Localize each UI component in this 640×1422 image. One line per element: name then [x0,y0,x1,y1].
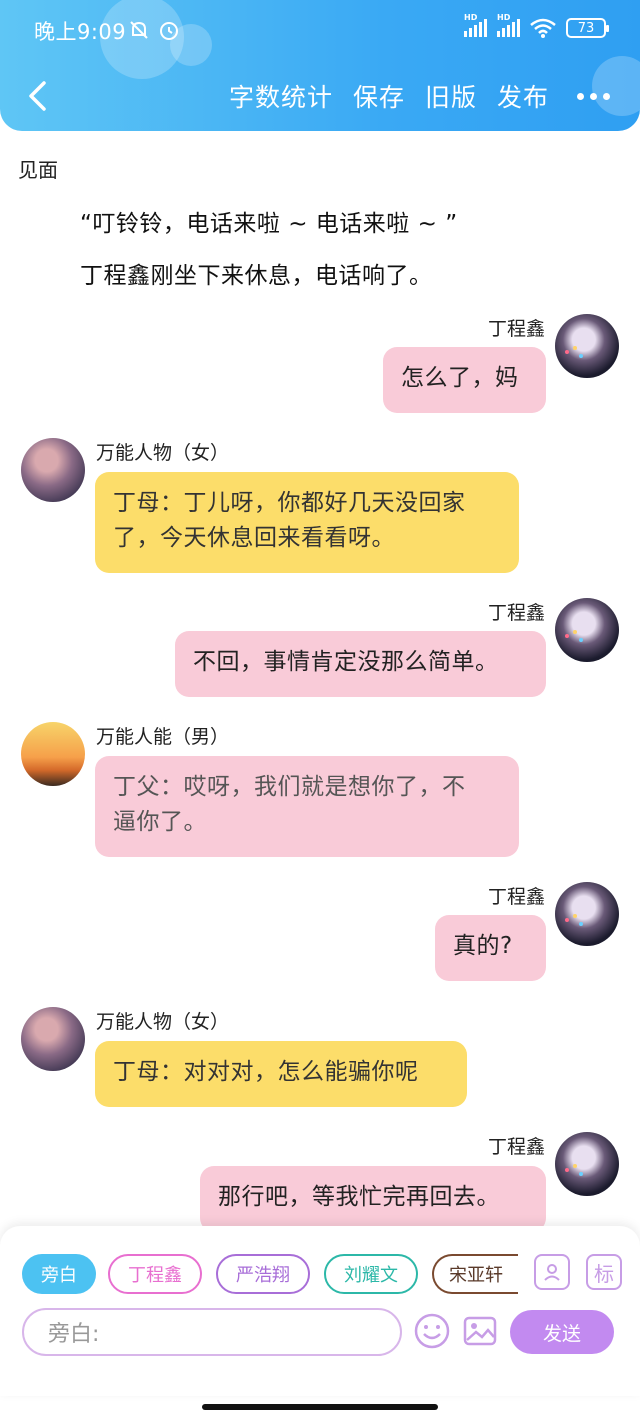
narration-line[interactable]: 丁程鑫刚坐下来休息，电话响了。 [80,256,433,290]
avatar[interactable] [555,598,619,662]
message-bubble[interactable]: 真的? [435,915,546,981]
save-button[interactable]: 保存 [353,78,405,114]
role-chip-yan-haoxiang[interactable]: 严浩翔 [216,1254,310,1294]
message-input[interactable]: 旁白: [22,1308,402,1356]
message-text: 不回，事情肯定没那么简单。 [193,649,499,675]
signal-icon: HD [497,13,520,37]
alarm-icon [160,22,178,40]
message-bubble[interactable]: 丁父：哎呀，我们就是想你了，不 逼你了。 [95,756,519,857]
speaker-name: 丁程鑫 [487,318,545,340]
emoji-button[interactable] [413,1312,451,1350]
message-text: 丁母：丁儿呀，你都好几天没回家 [113,490,466,516]
speaker-name: 丁程鑫 [487,886,545,908]
toolbar-actions: 字数统计 保存 旧版 发布 [209,78,610,114]
top-app-bar: 晚上9:09 HD HD 73 字数统计 保存 旧版 发布 [0,0,640,131]
speaker-name: 丁程鑫 [487,602,545,624]
hd-label: HD [464,13,478,22]
avatar[interactable] [21,1007,85,1071]
person-icon [544,1264,560,1281]
battery-icon: 73 [566,18,609,38]
signal-icon: HD [464,13,487,37]
status-time: 晚上9:09 [34,20,127,44]
tag-button[interactable]: 标 [586,1254,622,1290]
message-bubble[interactable]: 怎么了，妈 [383,347,546,413]
avatar[interactable] [21,722,85,786]
narration-line[interactable]: “叮铃铃，电话来啦 ~ 电话来啦 ~ ” [80,204,458,238]
speaker-name: 万能人能（男） [96,726,230,748]
smiley-icon [414,1313,450,1349]
avatar[interactable] [555,1132,619,1196]
message-text: 真的? [453,933,513,959]
hd-label: HD [497,13,511,22]
message-bubble[interactable]: 不回，事情肯定没那么简单。 [175,631,546,697]
chapter-title: 见面 [18,158,58,182]
message-bubble[interactable]: 丁母：对对对，怎么能骗你呢 [95,1041,467,1107]
message-bubble[interactable]: 丁母：丁儿呀，你都好几天没回家 了，今天休息回来看看呀。 [95,472,519,573]
message-text: 逼你了。 [113,809,207,835]
avatar[interactable] [555,882,619,946]
message-bubble[interactable]: 那行吧，等我忙完再回去。 [200,1166,546,1232]
more-menu-button[interactable] [577,78,610,114]
speaker-name: 万能人物（女） [96,1011,230,1033]
wifi-icon [530,18,556,38]
speaker-name: 万能人物（女） [96,442,230,464]
message-text: 了，今天休息回来看看呀。 [113,525,395,551]
message-text: 丁父：哎呀，我们就是想你了，不 [113,774,466,800]
avatar[interactable] [555,314,619,378]
role-chip-song-yaxuan[interactable]: 宋亚轩 [432,1254,518,1294]
message-text: 丁母：对对对，怎么能骗你呢 [113,1059,419,1085]
message-text: 怎么了，妈 [401,365,519,391]
image-icon [463,1316,497,1346]
image-button[interactable] [461,1312,499,1350]
message-text: 那行吧，等我忙完再回去。 [218,1184,500,1210]
status-icons: HD HD 73 [464,13,609,38]
role-chip-narrator[interactable]: 旁白 [22,1254,96,1294]
role-chip-liu-yaowen[interactable]: 刘耀文 [324,1254,418,1294]
word-count-button[interactable]: 字数统计 [229,78,333,114]
send-button[interactable]: 发送 [510,1310,614,1354]
speaker-name: 丁程鑫 [487,1136,545,1158]
home-indicator[interactable] [202,1404,438,1410]
publish-button[interactable]: 发布 [497,78,549,114]
mute-bell-icon [130,21,148,39]
role-chip-ding-chengxin[interactable]: 丁程鑫 [108,1254,202,1294]
role-manage-button[interactable] [534,1254,570,1290]
avatar[interactable] [21,438,85,502]
back-button[interactable] [22,78,52,114]
chevron-left-icon [29,81,46,111]
old-version-button[interactable]: 旧版 [425,78,477,114]
